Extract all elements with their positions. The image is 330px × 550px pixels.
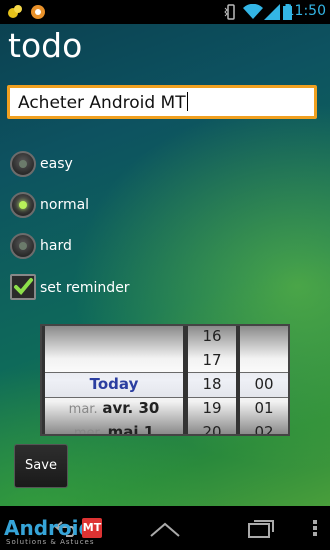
- home-icon[interactable]: [148, 516, 182, 540]
- minute-value: [240, 326, 288, 348]
- minute-value: 00: [254, 375, 274, 393]
- radio-label-hard[interactable]: hard: [40, 238, 72, 254]
- date-next2: mer. mai 1: [45, 420, 183, 434]
- minute-wheel[interactable]: 00 01 02: [240, 326, 288, 434]
- reminder-label[interactable]: set reminder: [40, 280, 130, 296]
- radio-indicator: [19, 201, 27, 209]
- radio-indicator: [19, 242, 27, 250]
- task-input-value: Acheter Android MT: [18, 93, 186, 113]
- watermark-brand: Android: [4, 516, 93, 540]
- date-label: avr. 30: [102, 399, 160, 417]
- wifi-icon: [243, 4, 263, 19]
- task-input[interactable]: Acheter Android MT: [7, 85, 317, 119]
- hour-value: 19: [202, 399, 222, 417]
- weekday-label: mar.: [68, 402, 98, 417]
- watermark-badge: MT: [82, 518, 102, 538]
- text-cursor: [186, 92, 188, 111]
- hour-value: 17: [202, 351, 222, 369]
- radio-easy[interactable]: [10, 151, 36, 177]
- date-wheel[interactable]: Today mar. avr. 30 mer. mai 1: [45, 326, 183, 434]
- app-title: todo: [8, 26, 83, 65]
- radio-label-easy[interactable]: easy: [40, 156, 73, 172]
- radio-indicator: [19, 160, 27, 168]
- watermark-tagline: Solutions & Astuces: [6, 538, 95, 546]
- menu-icon[interactable]: [308, 516, 322, 540]
- date-next: mar. avr. 30: [45, 396, 183, 420]
- radio-label-normal[interactable]: normal: [40, 197, 89, 213]
- radio-hard[interactable]: [10, 233, 36, 259]
- vibrate-icon: [224, 4, 235, 20]
- minute-value: 02: [254, 423, 274, 434]
- hour-value: 16: [202, 327, 222, 345]
- date-time-picker[interactable]: Today mar. avr. 30 mer. mai 1 16 17 18 1…: [40, 324, 290, 436]
- hour-value: 20: [202, 423, 222, 434]
- record-icon: [31, 5, 45, 19]
- date-selected: Today: [89, 375, 139, 393]
- date-label: mai 1: [107, 423, 155, 434]
- hour-wheel[interactable]: 16 17 18 19 20: [188, 326, 236, 434]
- notification-icon: [8, 5, 22, 18]
- weekday-label: mer.: [73, 426, 103, 434]
- status-bar: 11:50: [0, 0, 330, 24]
- check-icon: [14, 278, 33, 295]
- reminder-checkbox[interactable]: [10, 274, 36, 300]
- recent-apps-icon[interactable]: [246, 516, 276, 540]
- clock: 11:50: [285, 3, 326, 19]
- minute-value: 01: [254, 399, 274, 417]
- signal-icon: [264, 4, 280, 20]
- save-button[interactable]: Save: [14, 444, 68, 488]
- minute-value: [240, 348, 288, 372]
- date-above: [45, 326, 183, 350]
- radio-normal[interactable]: [10, 192, 36, 218]
- hour-value: 18: [202, 375, 222, 393]
